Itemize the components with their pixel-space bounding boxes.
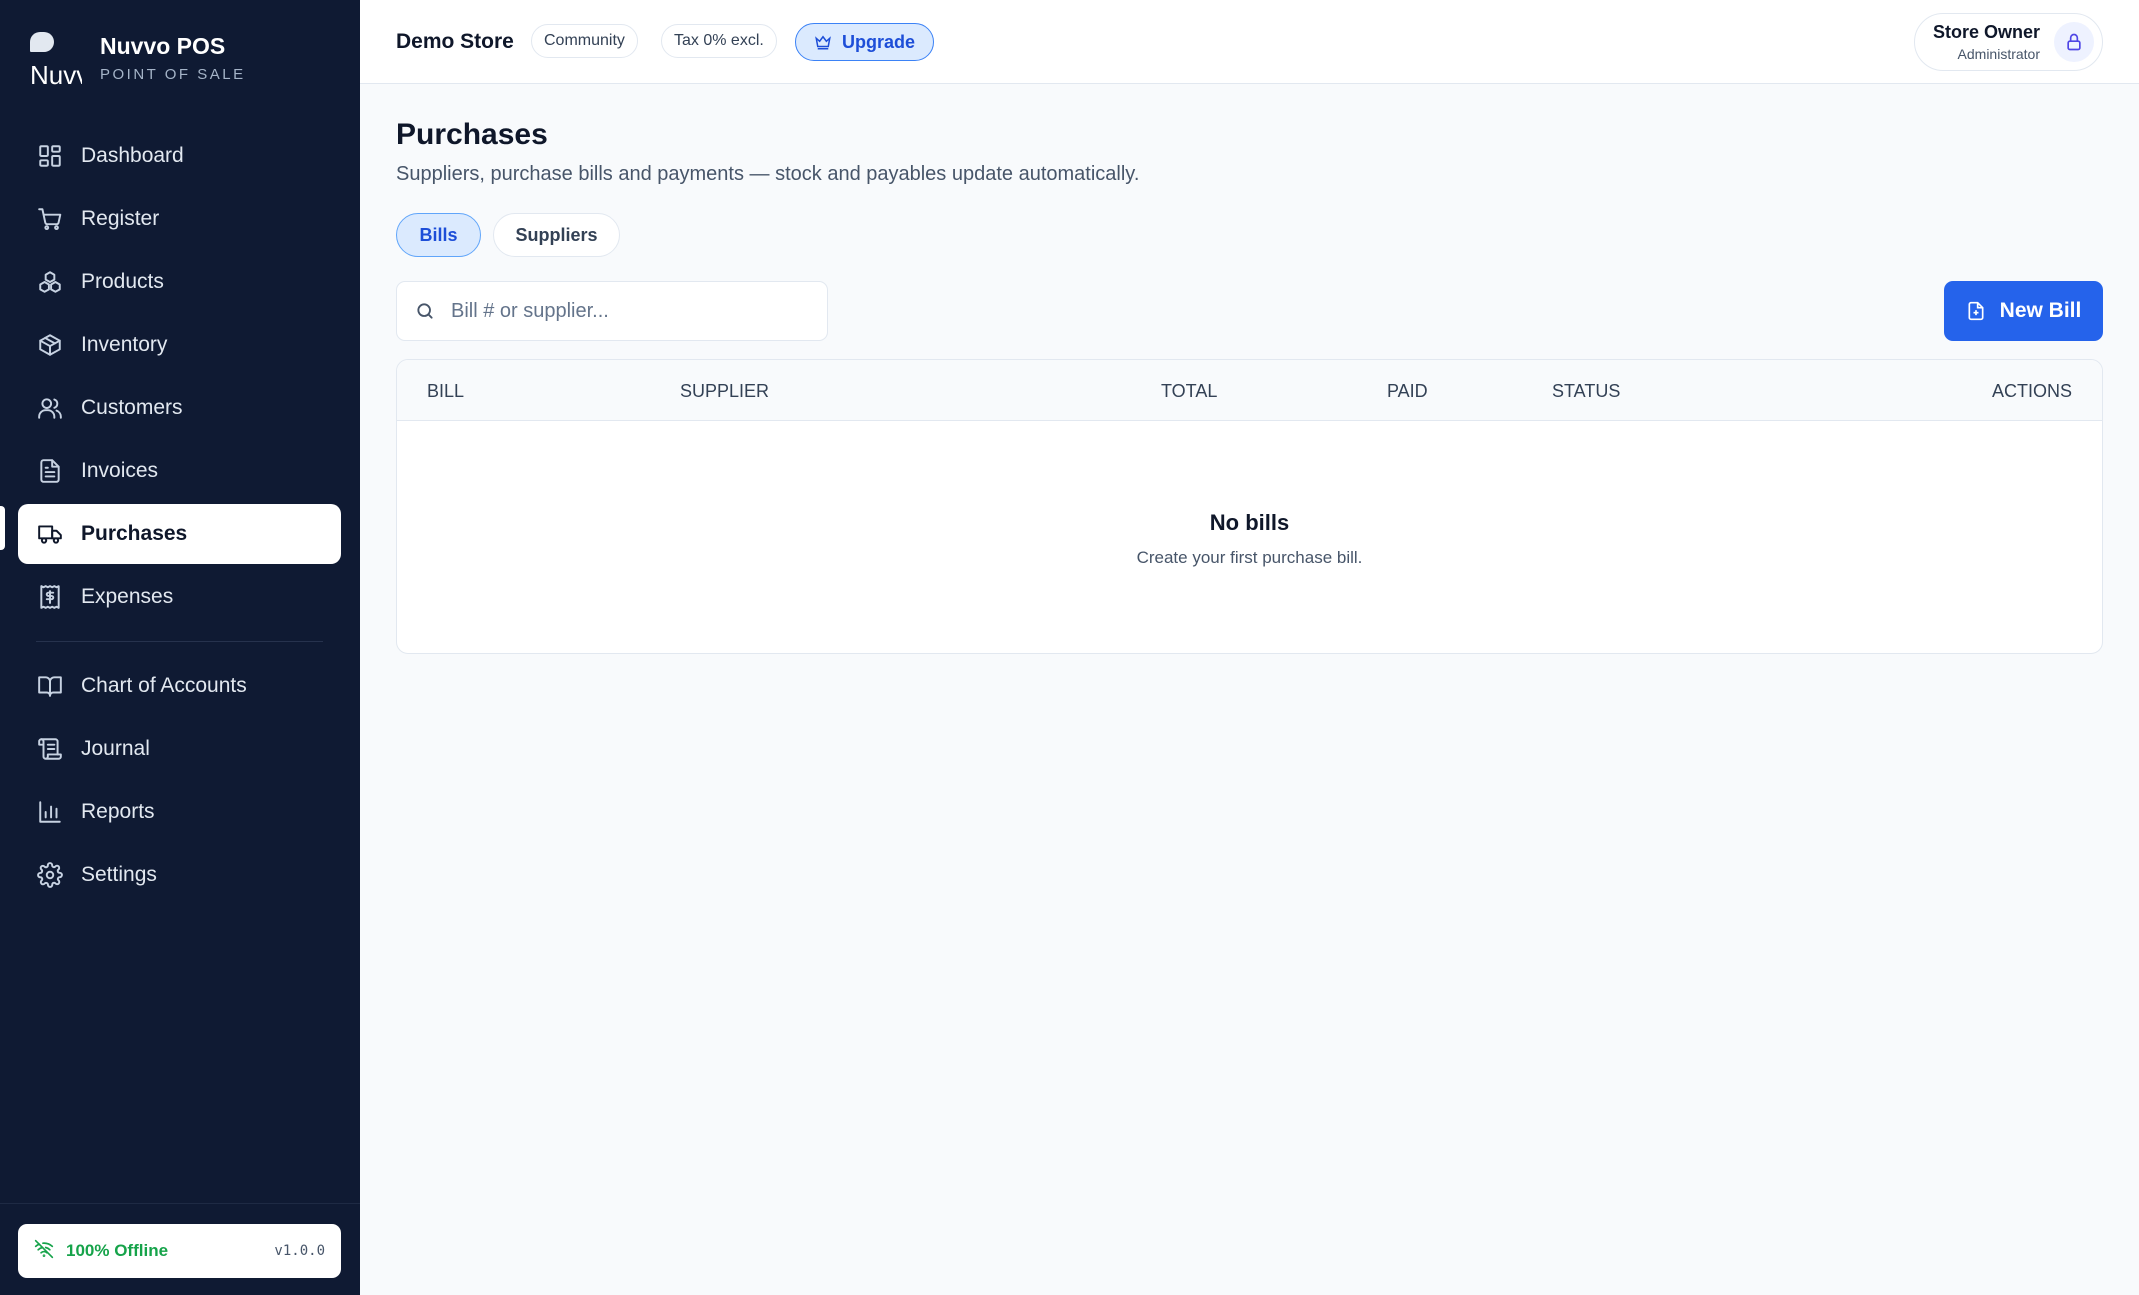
sidebar-item-customers[interactable]: Customers [18, 378, 341, 438]
sidebar-item-settings[interactable]: Settings [18, 845, 341, 905]
new-bill-label: New Bill [1999, 299, 2082, 322]
package-icon [36, 331, 64, 359]
column-header-supplier[interactable]: SUPPLIER [680, 381, 769, 402]
bar-chart-icon [36, 798, 64, 826]
sidebar-item-label: Products [81, 270, 164, 293]
search-icon [417, 303, 433, 319]
sidebar: Nuvvo POS Nuvvo POS POINT OF SALE Dashbo… [0, 0, 360, 1295]
new-bill-button[interactable]: New Bill [1944, 281, 2103, 341]
tab-bills[interactable]: Bills [396, 213, 481, 257]
broken-image-icon [30, 32, 54, 52]
users-icon [36, 394, 64, 422]
lock-icon [2067, 33, 2081, 51]
sidebar-item-label: Customers [81, 396, 183, 419]
search-box [396, 281, 828, 341]
scroll-icon [36, 735, 64, 763]
plan-badge: Community [531, 24, 638, 58]
layout-grid-icon [36, 142, 64, 170]
offline-label: 100% Offline [66, 1241, 169, 1260]
sidebar-item-purchases[interactable]: Purchases [18, 504, 341, 564]
logo-alt-text: Nuvvo POS [30, 60, 82, 86]
sidebar-item-label: Dashboard [81, 144, 184, 167]
file-text-icon [36, 457, 64, 485]
upgrade-button[interactable]: Upgrade [795, 23, 935, 61]
sidebar-item-dashboard[interactable]: Dashboard [18, 126, 341, 186]
sidebar-item-journal[interactable]: Journal [18, 719, 341, 779]
brand-title: Nuvvo POS [100, 33, 226, 59]
sidebar-item-expenses[interactable]: Expenses [18, 567, 341, 627]
boxes-icon [36, 268, 64, 296]
empty-state-subtitle: Create your first purchase bill. [1136, 548, 1363, 567]
book-open-icon [36, 672, 64, 700]
empty-state-title: No bills [1209, 510, 1290, 535]
tab-suppliers[interactable]: Suppliers [493, 213, 620, 257]
active-indicator [0, 506, 5, 550]
sidebar-item-label: Settings [81, 863, 157, 886]
app-version: v1.0.0 [274, 1243, 325, 1259]
page-title: Purchases [396, 118, 548, 151]
crown-icon [815, 35, 831, 50]
shopping-cart-icon [36, 205, 64, 233]
brand-subtitle: POINT OF SALE [100, 66, 246, 83]
sidebar-item-chart-of-accounts[interactable]: Chart of Accounts [18, 656, 341, 716]
receipt-dollar-icon [36, 583, 64, 611]
sidebar-item-label: Invoices [81, 459, 159, 482]
lock-button[interactable] [2054, 22, 2094, 62]
bills-table: BILL SUPPLIER TOTAL PAID STATUS ACTIONS … [396, 359, 2103, 654]
brand-logo: Nuvvo POS [28, 30, 82, 86]
sidebar-item-label: Register [81, 207, 160, 230]
truck-icon [36, 520, 64, 548]
sidebar-divider [36, 641, 323, 642]
tax-badge: Tax 0% excl. [661, 24, 777, 58]
column-header-actions: ACTIONS [1991, 381, 2072, 401]
table-header: BILL SUPPLIER TOTAL PAID STATUS ACTIONS [397, 360, 2102, 421]
sidebar-item-products[interactable]: Products [18, 252, 341, 312]
offline-status: 100% Offline v1.0.0 [18, 1224, 341, 1278]
sidebar-item-label: Expenses [81, 585, 174, 608]
store-name: Demo Store [396, 30, 514, 53]
brand[interactable]: Nuvvo POS Nuvvo POS POINT OF SALE [28, 28, 246, 88]
sidebar-item-label: Chart of Accounts [81, 674, 247, 697]
file-plus-icon [1968, 301, 1984, 321]
sidebar-nav: Dashboard Register Products Inventory Cu… [18, 126, 341, 908]
sidebar-item-label: Purchases [81, 522, 188, 545]
sidebar-item-label: Journal [81, 737, 150, 760]
search-input[interactable] [451, 299, 811, 323]
column-header-status[interactable]: STATUS [1552, 381, 1620, 402]
user-menu[interactable]: Store Owner Administrator [1913, 13, 2103, 71]
sidebar-item-label: Inventory [81, 333, 168, 356]
column-header-total[interactable]: TOTAL [1161, 381, 1217, 402]
empty-state: No bills Create your first purchase bill… [397, 510, 2102, 568]
sidebar-item-invoices[interactable]: Invoices [18, 441, 341, 501]
sidebar-item-reports[interactable]: Reports [18, 782, 341, 842]
user-name: Store Owner [1932, 22, 2040, 42]
column-header-bill[interactable]: BILL [427, 381, 464, 402]
user-role: Administrator [1957, 46, 2040, 62]
sidebar-item-label: Reports [81, 800, 155, 823]
upgrade-label: Upgrade [842, 31, 916, 52]
wifi-off-icon [34, 1239, 54, 1264]
sidebar-footer: 100% Offline v1.0.0 [0, 1203, 360, 1278]
page-subtitle: Suppliers, purchase bills and payments —… [396, 163, 1140, 185]
sidebar-item-register[interactable]: Register [18, 189, 341, 249]
sidebar-item-inventory[interactable]: Inventory [18, 315, 341, 375]
topbar: Demo Store Community Tax 0% excl. Upgrad… [360, 0, 2139, 84]
column-header-paid[interactable]: PAID [1387, 381, 1428, 402]
gear-icon [36, 861, 64, 889]
